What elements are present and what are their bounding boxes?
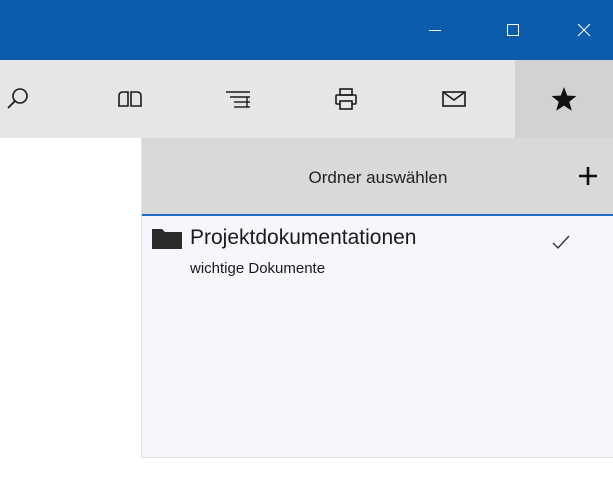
app-window: Ordner auswählen Projektdokumentationen … (0, 0, 613, 494)
print-icon (335, 88, 357, 110)
folder-list-item[interactable]: Projektdokumentationen wichtige Dokument… (142, 216, 613, 286)
add-folder-button[interactable] (570, 158, 606, 194)
favorites-button[interactable] (515, 60, 613, 138)
minimize-icon (429, 30, 441, 31)
share-mail-button[interactable] (424, 60, 484, 138)
checkmark-icon (552, 235, 570, 250)
reading-list-button[interactable] (208, 60, 268, 138)
close-icon (577, 23, 591, 37)
reading-view-button[interactable] (100, 60, 160, 138)
favorites-star-icon (551, 87, 577, 111)
panel-title: Ordner auswählen (308, 168, 448, 187)
folder-icon (152, 229, 182, 249)
toolbar (0, 60, 613, 138)
list-icon (226, 91, 250, 108)
title-bar (0, 0, 613, 60)
maximize-button[interactable] (484, 0, 542, 60)
search-icon (7, 88, 28, 109)
close-button[interactable] (555, 0, 613, 60)
search-button[interactable] (0, 60, 48, 138)
folder-description: wichtige Dokumente (190, 260, 326, 277)
panel-header: Ordner auswählen (142, 138, 613, 214)
mail-icon (442, 91, 466, 107)
reading-view-icon (118, 91, 142, 107)
minimize-button[interactable] (406, 0, 464, 60)
favorites-folder-panel: Ordner auswählen Projektdokumentationen … (141, 138, 613, 458)
plus-icon (579, 167, 597, 185)
folder-name: Projektdokumentationen (190, 226, 417, 249)
maximize-icon (507, 24, 519, 36)
print-button[interactable] (316, 60, 376, 138)
